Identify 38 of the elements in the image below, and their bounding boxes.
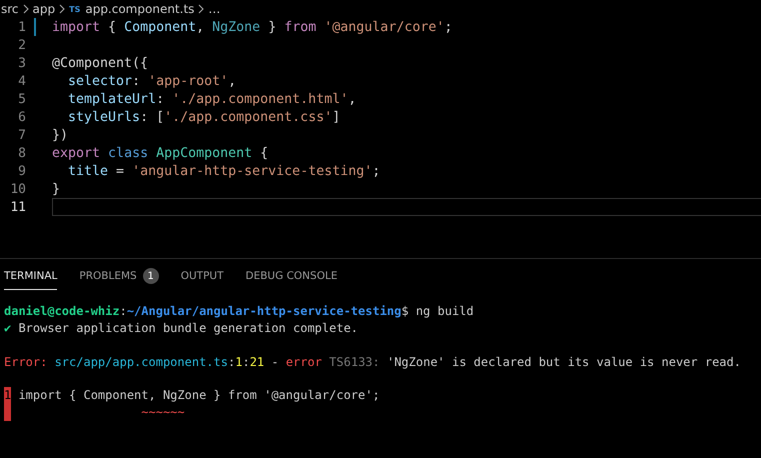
line-number: 9 [17, 164, 26, 178]
code-line: import { Component, NgZone } from '@angular/core'; [52, 20, 452, 34]
line-number: 5 [17, 92, 26, 106]
code-line: styleUrls: ['./app.component.css'] [67, 110, 340, 124]
line-number: 6 [17, 110, 26, 124]
breadcrumb-item[interactable]: … [208, 2, 220, 16]
line-number: 1 [17, 20, 26, 34]
count-badge: 1 [142, 268, 159, 284]
code-line: title = 'angular-http-service-testing'; [67, 164, 380, 178]
terminal-line: daniel@code-whiz:~/Angular/angular-http-service-testing$ ng build [3, 304, 474, 318]
panel-tab[interactable]: TERMINAL [4, 264, 58, 290]
line-number: 7 [17, 128, 26, 142]
breadcrumb-item[interactable]: app [32, 2, 56, 16]
line-number: 8 [17, 146, 26, 160]
code-line: export class AppComponent { [52, 146, 268, 160]
line-number: 4 [17, 74, 26, 88]
chevron-icon [59, 4, 66, 14]
chevron-icon [22, 4, 29, 14]
terminal-line: ✔ Browser application bundle generation complete. [3, 321, 358, 336]
terminal-line: Error: src/app/app.component.ts:1:21 - error TS6133: 'NgZone' is declared but its value is never read. [3, 354, 741, 369]
code-line: selector: 'app-root', [67, 74, 236, 88]
line-number: 10 [9, 182, 26, 196]
typescript-file-icon: TS [69, 4, 80, 14]
panel-tab[interactable]: PROBLEMS 1 [79, 262, 159, 292]
breadcrumb-item[interactable]: src [1, 2, 19, 16]
chevron-icon [198, 4, 204, 14]
terminal-line: ~~~~~~ [140, 405, 185, 420]
code-line: templateUrl: './app.component.html', [67, 92, 356, 106]
line-number: 3 [17, 56, 26, 70]
code-line: } [52, 182, 60, 196]
panel-tab[interactable]: DEBUG CONSOLE [246, 264, 338, 290]
terminal-line: 1 import { Component, NgZone } from '@angular/core'; [3, 388, 380, 402]
panel-tab[interactable]: OUTPUT [180, 264, 224, 290]
code-line: }) [52, 128, 68, 142]
line-number: 2 [17, 38, 26, 52]
line-number: 11 [9, 200, 26, 214]
breadcrumb-item[interactable]: app.component.ts [85, 2, 194, 16]
code-line: @Component({ [52, 56, 148, 70]
